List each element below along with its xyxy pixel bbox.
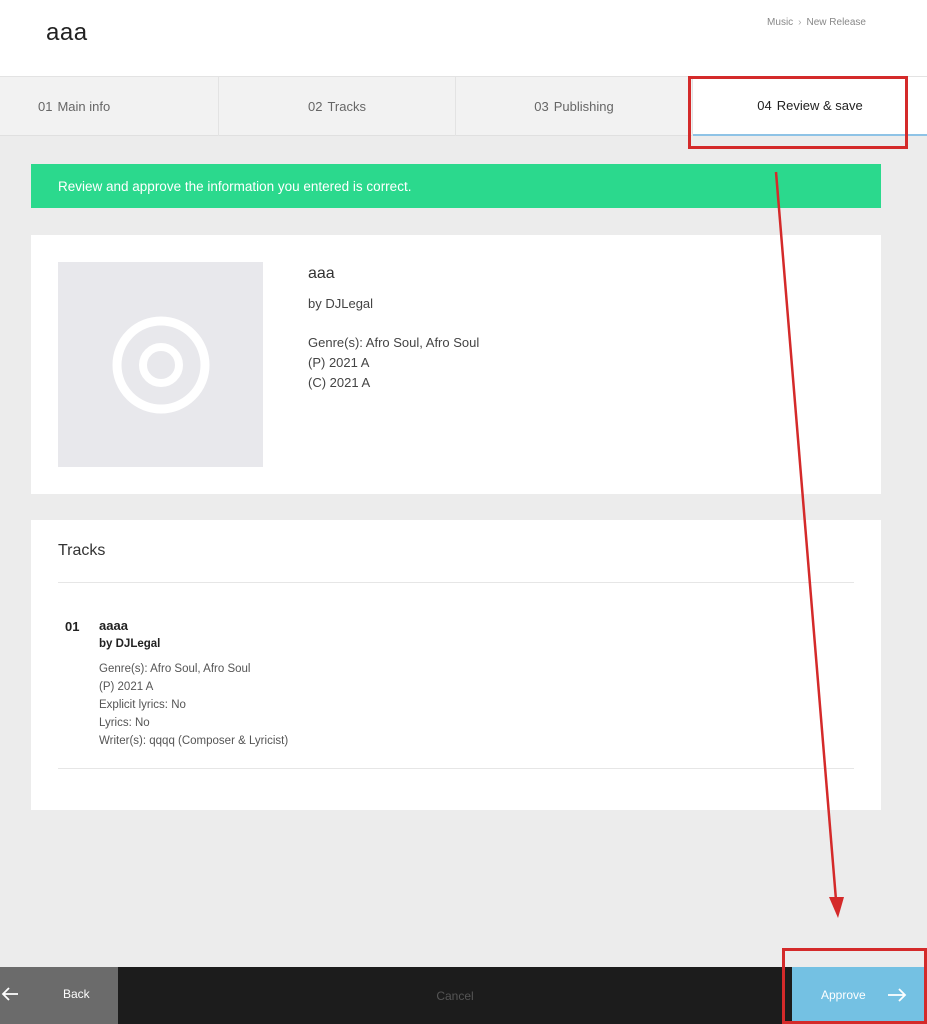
release-p-line: (P) 2021 A — [308, 355, 370, 370]
track-p-line: (P) 2021 A — [99, 681, 154, 693]
tab-number: 04 — [757, 98, 772, 113]
tab-publishing[interactable]: 03 Publishing — [456, 77, 693, 136]
breadcrumb-separator: › — [798, 17, 802, 28]
tab-label: Tracks — [327, 99, 366, 114]
tab-label: Main info — [57, 99, 111, 114]
tab-label: Review & save — [776, 98, 863, 113]
track-writers: Writer(s): qqqq (Composer & Lyricist) — [99, 735, 289, 747]
track-explicit: Explicit lyrics: No — [99, 699, 186, 711]
release-c-line: (C) 2021 A — [308, 375, 371, 390]
divider — [58, 768, 854, 769]
tab-number: 03 — [534, 99, 549, 114]
tab-review-save[interactable]: 04 Review & save — [693, 77, 927, 136]
cancel-button-label: Cancel — [436, 988, 474, 1003]
approve-button-label: Approve — [821, 988, 866, 1002]
back-button[interactable]: Back — [0, 967, 118, 1024]
track-details: aaaa by DJLegal Genre(s): Afro Soul, Afr… — [99, 617, 499, 750]
breadcrumb-item-music[interactable]: Music — [767, 17, 793, 28]
tab-main-info[interactable]: 01 Main info — [0, 77, 219, 136]
banner-text: Review and approve the information you e… — [58, 178, 412, 194]
tab-label: Publishing — [553, 99, 614, 114]
breadcrumb-item-new-release[interactable]: New Release — [807, 17, 866, 28]
release-summary-card: aaa by DJLegal Genre(s): Afro Soul, Afro… — [31, 235, 881, 494]
arrow-right-icon — [888, 988, 907, 1002]
tracks-heading: Tracks — [58, 542, 106, 559]
tab-number: 02 — [308, 99, 323, 114]
track-title: aaaa — [99, 618, 128, 633]
track-artist: by DJLegal — [99, 638, 161, 650]
tab-tracks[interactable]: 02 Tracks — [219, 77, 456, 136]
breadcrumb: Music › New Release — [767, 17, 866, 28]
disc-icon — [112, 316, 209, 413]
footer-action-bar: Back Cancel Approve — [0, 967, 927, 1024]
release-title: aaa — [308, 265, 335, 282]
release-artwork-placeholder — [58, 262, 263, 467]
track-number: 01 — [65, 619, 80, 634]
tracks-card: Tracks 01 aaaa by DJLegal Genre(s): Afro… — [31, 520, 881, 810]
info-banner: Review and approve the information you e… — [31, 164, 881, 208]
track-genre: Genre(s): Afro Soul, Afro Soul — [99, 663, 251, 675]
arrow-left-icon — [1, 987, 18, 1001]
release-artist: by DJLegal — [308, 296, 374, 311]
back-button-label: Back — [63, 987, 90, 1001]
page-header: aaa Music › New Release — [0, 0, 927, 77]
release-info: aaa by DJLegal Genre(s): Afro Soul, Afro… — [308, 265, 479, 393]
approve-button[interactable]: Approve — [792, 967, 927, 1024]
step-tabs: 01 Main info 02 Tracks 03 Publishing 04 … — [0, 77, 927, 136]
annotation-arrow — [774, 171, 844, 918]
divider — [58, 582, 854, 583]
release-genre: Genre(s): Afro Soul, Afro Soul — [308, 335, 480, 350]
track-lyrics: Lyrics: No — [99, 717, 150, 729]
tab-number: 01 — [38, 99, 53, 114]
page-title: aaa — [46, 19, 88, 46]
cancel-button[interactable]: Cancel — [118, 967, 792, 1024]
